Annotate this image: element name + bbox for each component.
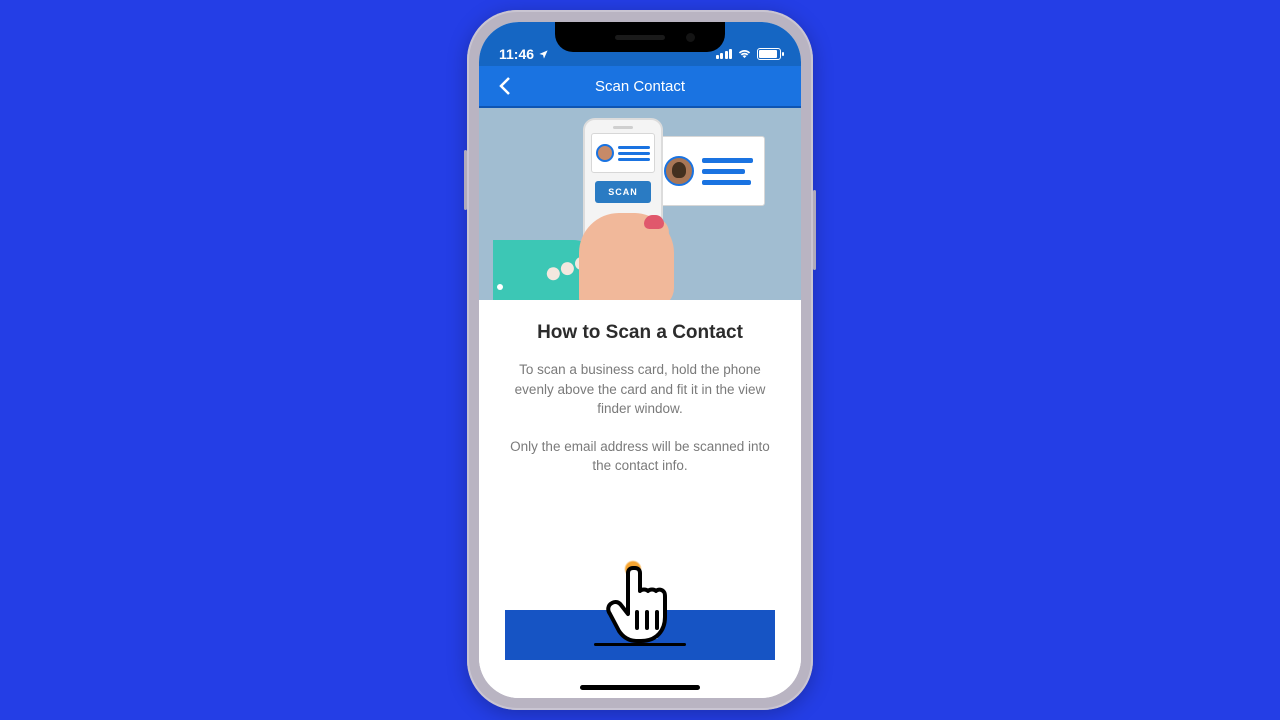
scan-button[interactable]: Scan [505,610,775,660]
device-notch [555,22,725,52]
back-button[interactable] [489,66,521,106]
instruction-illustration: SCAN [479,108,801,300]
phone-screen: 11:46 Scan Contact [479,22,801,698]
phone-frame: 11:46 Scan Contact [467,10,813,710]
signal-icon [716,49,733,59]
home-indicator [580,685,700,690]
nav-title: Scan Contact [595,78,685,95]
scan-button-label: Scan [622,626,658,644]
content-paragraph-1: To scan a business card, hold the phone … [505,360,775,419]
page-indicator [497,284,503,290]
content-paragraph-2: Only the email address will be scanned i… [505,437,775,476]
status-time: 11:46 [499,46,534,62]
content-area: How to Scan a Contact To scan a business… [479,300,801,698]
wifi-icon [737,46,752,62]
battery-icon [757,48,781,60]
content-heading: How to Scan a Contact [505,322,775,344]
nav-bar: Scan Contact [479,66,801,108]
location-icon [538,49,549,60]
chevron-left-icon [499,76,511,96]
